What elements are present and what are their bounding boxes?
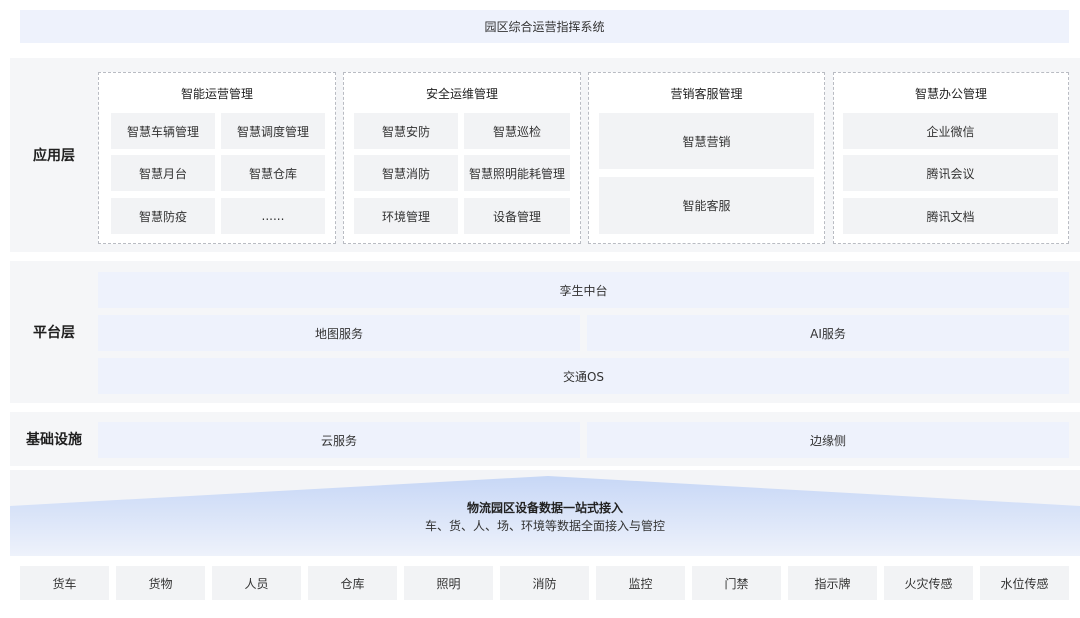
device-personnel[interactable]: 人员 xyxy=(212,566,301,600)
item-lighting-energy[interactable]: 智慧照明能耗管理 xyxy=(464,155,570,191)
infra-layer-label: 基础设施 xyxy=(26,432,82,448)
group-title: 安全运维管理 xyxy=(425,86,498,101)
group-smart-operation: 智能运营管理 智慧车辆管理 智慧调度管理 智慧月台 智慧仓库 智慧防疫 ....… xyxy=(98,72,336,244)
item-equipment[interactable]: 设备管理 xyxy=(464,198,570,234)
device-warehouse[interactable]: 仓库 xyxy=(308,566,397,600)
item-tencent-docs[interactable]: 腾讯文档 xyxy=(843,198,1058,234)
ai-service[interactable]: AI服务 xyxy=(587,315,1069,351)
access-subtitle: 车、货、人、场、环境等数据全面接入与管控 xyxy=(424,518,665,533)
platform-layer-label: 平台层 xyxy=(33,325,75,341)
group-smart-office: 智慧办公管理 企业微信 腾讯会议 腾讯文档 xyxy=(833,72,1069,244)
item-environment[interactable]: 环境管理 xyxy=(354,198,458,234)
device-access-control[interactable]: 门禁 xyxy=(692,566,781,600)
item-smart-warehouse[interactable]: 智慧仓库 xyxy=(221,155,325,191)
device-signage[interactable]: 指示牌 xyxy=(788,566,877,600)
system-title-bar: 园区综合运营指挥系统 xyxy=(20,10,1069,43)
item-wecom[interactable]: 企业微信 xyxy=(843,113,1058,149)
group-marketing-service: 营销客服管理 智慧营销 智能客服 xyxy=(588,72,825,244)
group-security-ops: 安全运维管理 智慧安防 智慧巡检 智慧消防 智慧照明能耗管理 环境管理 设备管理 xyxy=(343,72,581,244)
group-title: 智能运营管理 xyxy=(180,86,253,101)
item-smart-security[interactable]: 智慧安防 xyxy=(354,113,458,149)
item-smart-epidemic[interactable]: 智慧防疫 xyxy=(111,198,215,234)
device-fire[interactable]: 消防 xyxy=(500,566,589,600)
app-layer-label: 应用层 xyxy=(33,148,75,164)
access-title: 物流园区设备数据一站式接入 xyxy=(466,500,623,515)
device-fire-sensor[interactable]: 火灾传感 xyxy=(884,566,973,600)
item-smart-inspection[interactable]: 智慧巡检 xyxy=(464,113,570,149)
device-water-level-sensor[interactable]: 水位传感 xyxy=(980,566,1069,600)
device-lighting[interactable]: 照明 xyxy=(404,566,493,600)
system-title: 园区综合运营指挥系统 xyxy=(484,20,605,34)
group-title: 智慧办公管理 xyxy=(914,86,987,101)
item-more[interactable]: ...... xyxy=(221,198,325,234)
map-service[interactable]: 地图服务 xyxy=(98,315,580,351)
device-monitoring[interactable]: 监控 xyxy=(596,566,685,600)
traffic-os[interactable]: 交通OS xyxy=(98,358,1069,394)
item-tencent-meeting[interactable]: 腾讯会议 xyxy=(843,155,1058,191)
item-smart-customer-service[interactable]: 智能客服 xyxy=(599,177,814,234)
edge-side[interactable]: 边缘侧 xyxy=(587,422,1069,458)
item-vehicle-management[interactable]: 智慧车辆管理 xyxy=(111,113,215,149)
item-smart-platform[interactable]: 智慧月台 xyxy=(111,155,215,191)
digital-twin-platform[interactable]: 孪生中台 xyxy=(98,272,1069,308)
item-dispatch-management[interactable]: 智慧调度管理 xyxy=(221,113,325,149)
item-smart-marketing[interactable]: 智慧营销 xyxy=(599,113,814,169)
group-title: 营销客服管理 xyxy=(670,86,743,101)
cloud-service[interactable]: 云服务 xyxy=(98,422,580,458)
item-smart-fire[interactable]: 智慧消防 xyxy=(354,155,458,191)
device-truck[interactable]: 货车 xyxy=(20,566,109,600)
device-goods[interactable]: 货物 xyxy=(116,566,205,600)
